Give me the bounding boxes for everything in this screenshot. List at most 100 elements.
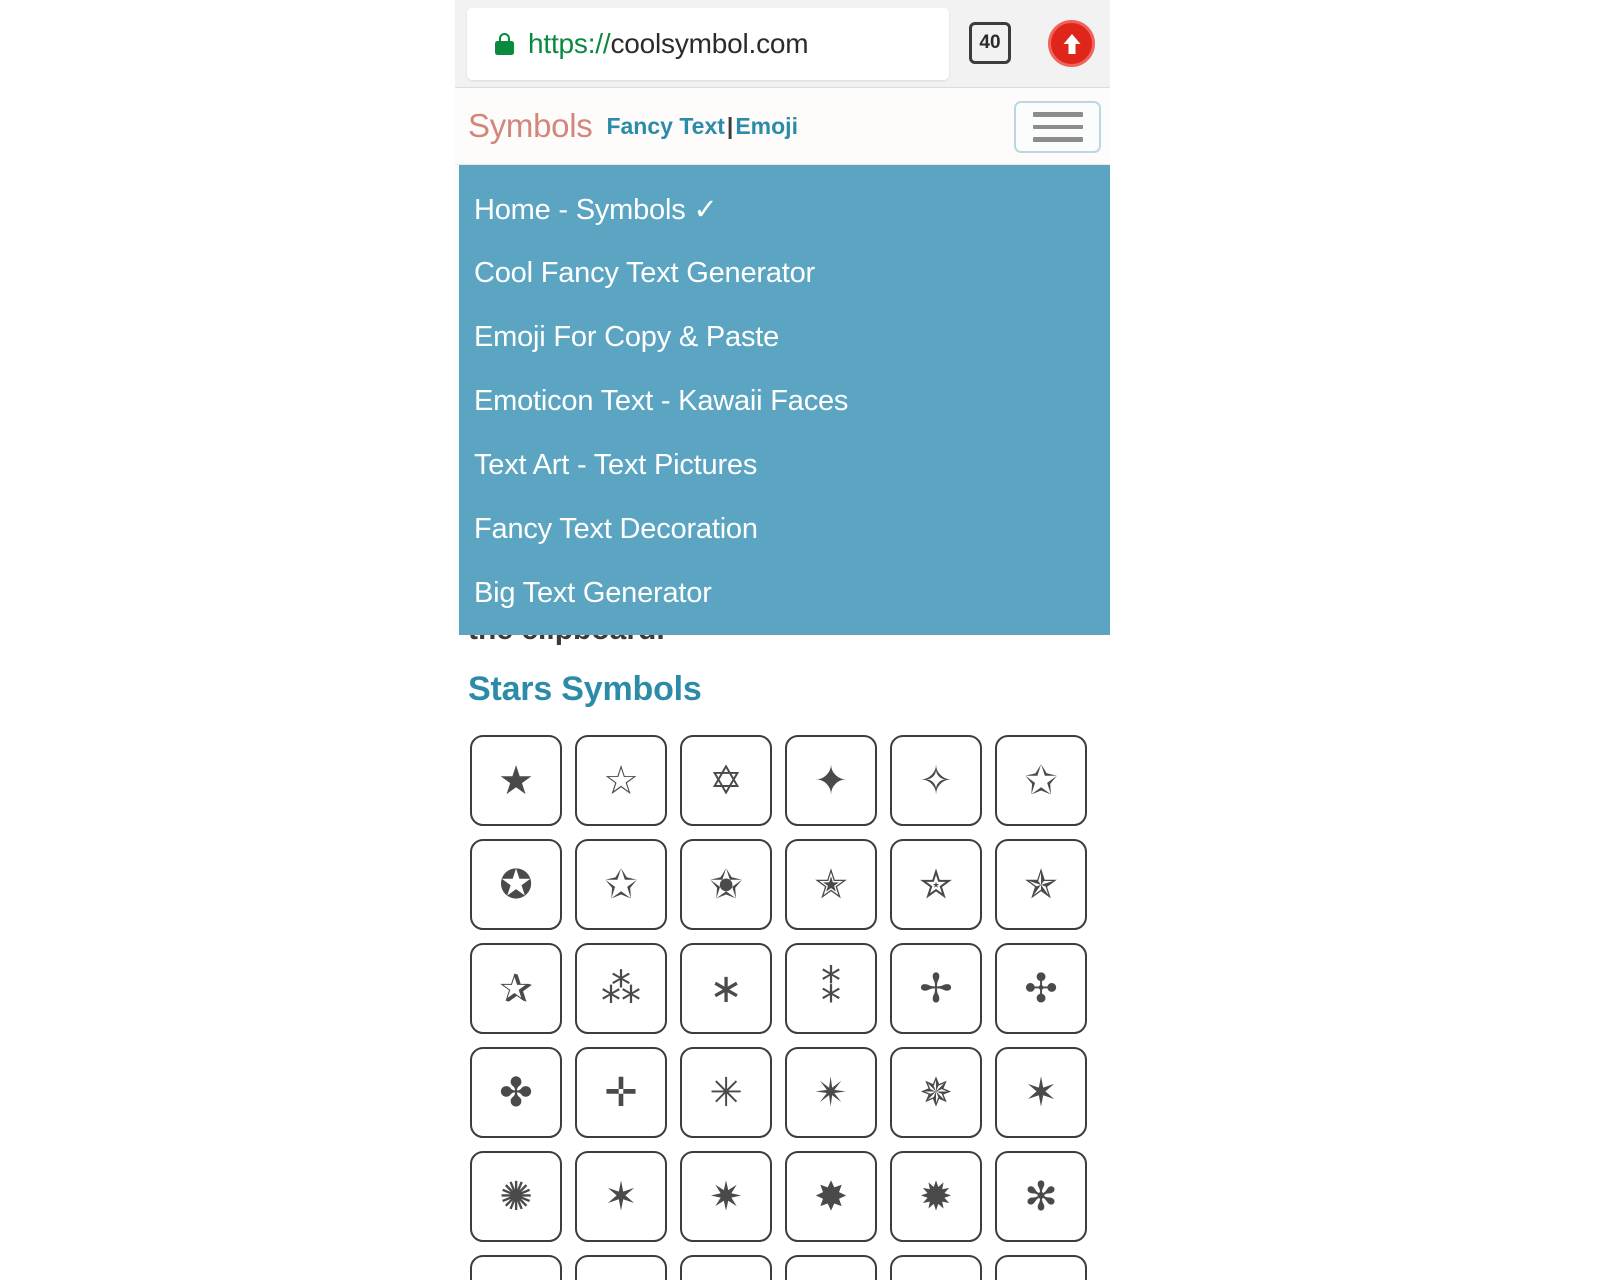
page-title: Stars Symbols bbox=[468, 670, 702, 708]
symbol-glyph: ✰ bbox=[499, 965, 533, 1012]
url-scheme: https:// bbox=[528, 28, 611, 59]
symbol-glyph: ∗ bbox=[709, 965, 743, 1012]
symbol-tile[interactable]: ✾ bbox=[680, 1255, 772, 1280]
header-nav: Fancy Text|Emoji bbox=[606, 113, 798, 140]
symbol-tile[interactable]: ★ bbox=[470, 735, 562, 826]
symbol-glyph: ✸ bbox=[814, 1173, 848, 1220]
menu-item[interactable]: Fancy Text Decoration bbox=[459, 497, 1110, 561]
symbol-glyph: ✺ bbox=[499, 1173, 533, 1220]
upload-arrow-icon[interactable] bbox=[1048, 20, 1095, 67]
symbol-glyph: ✧ bbox=[919, 757, 953, 804]
symbol-tile[interactable]: ✻ bbox=[995, 1151, 1087, 1242]
symbol-glyph: ✛ bbox=[604, 1069, 638, 1116]
symbol-tile[interactable]: ✯ bbox=[995, 839, 1087, 930]
url-text: https://coolsymbol.com bbox=[528, 28, 809, 60]
symbol-glyph: ✡ bbox=[709, 757, 743, 804]
symbol-tile[interactable]: ✣ bbox=[995, 943, 1087, 1034]
symbol-tile[interactable]: ✩ bbox=[995, 735, 1087, 826]
arrow-up-glyph bbox=[1063, 33, 1080, 54]
symbol-glyph: ✴ bbox=[814, 1069, 848, 1116]
symbol-tile[interactable]: ✦ bbox=[785, 735, 877, 826]
symbol-glyph: ⁂ bbox=[601, 965, 641, 1012]
symbol-tile[interactable]: ✬ bbox=[680, 839, 772, 930]
site-logo[interactable]: Symbols bbox=[468, 107, 593, 145]
symbol-tile[interactable]: ✛ bbox=[575, 1047, 667, 1138]
symbol-tile[interactable]: ✡ bbox=[680, 735, 772, 826]
hamburger-menu-icon[interactable] bbox=[1014, 101, 1101, 153]
symbol-tile[interactable]: ⁂ bbox=[575, 943, 667, 1034]
symbol-glyph: ✵ bbox=[919, 1069, 953, 1116]
symbol-tile[interactable]: ✺ bbox=[470, 1151, 562, 1242]
symbol-tile[interactable]: ✧ bbox=[890, 735, 982, 826]
site-header: Symbols Fancy Text|Emoji bbox=[455, 88, 1110, 165]
symbol-tile[interactable]: ✸ bbox=[785, 1151, 877, 1242]
symbol-tile[interactable]: ∗ bbox=[680, 943, 772, 1034]
symbol-glyph: ✢ bbox=[919, 965, 953, 1012]
symbol-grid: ★ ☆ ✡ ✦ ✧ ✩ ✪ ✩ ✬ ✭ ✮ ✯ ✰ ⁂ ∗ ⁑ ✢ ✣ ✤ ✛ ✳ ✴ ✵ ✶ ✺ ✶ ✷ ✸ ✹ ✻ ✼ ✽ ✾ ✿ ❀ ❁ bbox=[470, 735, 1110, 1280]
lock-icon bbox=[495, 33, 514, 55]
symbol-tile[interactable]: ❀ bbox=[890, 1255, 982, 1280]
symbol-tile[interactable]: ✿ bbox=[785, 1255, 877, 1280]
menu-item-label: Text Art - Text Pictures bbox=[474, 448, 758, 481]
menu-item[interactable]: Text Art - Text Pictures bbox=[459, 433, 1110, 497]
symbol-tile[interactable]: ✤ bbox=[470, 1047, 562, 1138]
symbol-tile[interactable]: ✶ bbox=[995, 1047, 1087, 1138]
menu-item-label: Fancy Text Decoration bbox=[474, 512, 758, 545]
symbol-tile[interactable]: ✷ bbox=[680, 1151, 772, 1242]
symbol-glyph: ✮ bbox=[919, 861, 953, 908]
symbol-tile[interactable]: ❁ bbox=[995, 1255, 1087, 1280]
symbol-tile[interactable]: ✢ bbox=[890, 943, 982, 1034]
symbol-tile[interactable]: ✭ bbox=[785, 839, 877, 930]
tab-count-button[interactable]: 40 bbox=[969, 22, 1011, 64]
symbol-glyph: ✹ bbox=[919, 1173, 953, 1220]
symbol-tile[interactable]: ✹ bbox=[890, 1151, 982, 1242]
symbol-glyph: ✦ bbox=[814, 757, 848, 804]
hamburger-bar bbox=[1032, 137, 1083, 142]
symbol-tile[interactable]: ✼ bbox=[470, 1255, 562, 1280]
menu-item[interactable]: Emoticon Text - Kawaii Faces bbox=[459, 369, 1110, 433]
symbol-tile[interactable]: ✴ bbox=[785, 1047, 877, 1138]
symbol-tile[interactable]: ✰ bbox=[470, 943, 562, 1034]
menu-item[interactable]: Cool Fancy Text Generator bbox=[459, 241, 1110, 305]
hamburger-bar bbox=[1032, 124, 1083, 130]
symbol-tile[interactable]: ✵ bbox=[890, 1047, 982, 1138]
menu-item-label: Emoticon Text - Kawaii Faces bbox=[474, 384, 849, 417]
menu-item-label: Cool Fancy Text Generator bbox=[474, 256, 816, 289]
symbol-glyph: ✳ bbox=[709, 1069, 743, 1116]
address-bar[interactable]: https://coolsymbol.com bbox=[467, 8, 949, 80]
nav-separator: | bbox=[726, 112, 734, 139]
navigation-dropdown-menu: Home - Symbols ✓ Cool Fancy Text Generato… bbox=[455, 165, 1110, 635]
symbol-glyph: ✩ bbox=[1024, 757, 1058, 804]
symbol-tile[interactable]: ⁑ bbox=[785, 943, 877, 1034]
symbol-glyph: ✣ bbox=[1024, 965, 1058, 1012]
symbol-tile[interactable]: ☆ bbox=[575, 735, 667, 826]
symbol-glyph: ★ bbox=[498, 757, 534, 804]
symbol-tile[interactable]: ✳ bbox=[680, 1047, 772, 1138]
symbol-glyph: ✻ bbox=[1024, 1173, 1058, 1220]
symbol-glyph: ✯ bbox=[1024, 861, 1058, 908]
symbol-glyph: ✪ bbox=[499, 861, 533, 908]
symbol-glyph: ✷ bbox=[709, 1173, 743, 1220]
symbol-tile[interactable]: ✽ bbox=[575, 1255, 667, 1280]
nav-link-fancy-text[interactable]: Fancy Text bbox=[606, 113, 724, 139]
symbol-tile[interactable]: ✶ bbox=[575, 1151, 667, 1242]
menu-item-label: Emoji For Copy & Paste bbox=[474, 320, 780, 353]
nav-link-emoji[interactable]: Emoji bbox=[735, 113, 798, 139]
symbol-glyph: ⁑ bbox=[821, 965, 841, 1012]
symbol-glyph: ✶ bbox=[604, 1173, 638, 1220]
symbol-glyph: ✤ bbox=[499, 1069, 533, 1116]
symbol-glyph: ✶ bbox=[1024, 1069, 1058, 1116]
mobile-viewport: https://coolsymbol.com 40 Symbols Fancy … bbox=[455, 0, 1110, 1280]
symbol-tile[interactable]: ✪ bbox=[470, 839, 562, 930]
menu-item[interactable]: Big Text Generator bbox=[459, 561, 1110, 625]
url-host: coolsymbol.com bbox=[610, 28, 809, 59]
symbol-tile[interactable]: ✩ bbox=[575, 839, 667, 930]
menu-item-label: Big Text Generator bbox=[474, 576, 712, 609]
menu-item[interactable]: Home - Symbols ✓ bbox=[459, 177, 1110, 241]
symbol-glyph: ✬ bbox=[709, 861, 743, 908]
symbol-glyph: ✩ bbox=[604, 861, 638, 908]
symbol-tile[interactable]: ✮ bbox=[890, 839, 982, 930]
menu-item[interactable]: Emoji For Copy & Paste bbox=[459, 305, 1110, 369]
hamburger-bar bbox=[1032, 112, 1083, 117]
menu-item-label: Home - Symbols ✓ bbox=[474, 193, 718, 226]
